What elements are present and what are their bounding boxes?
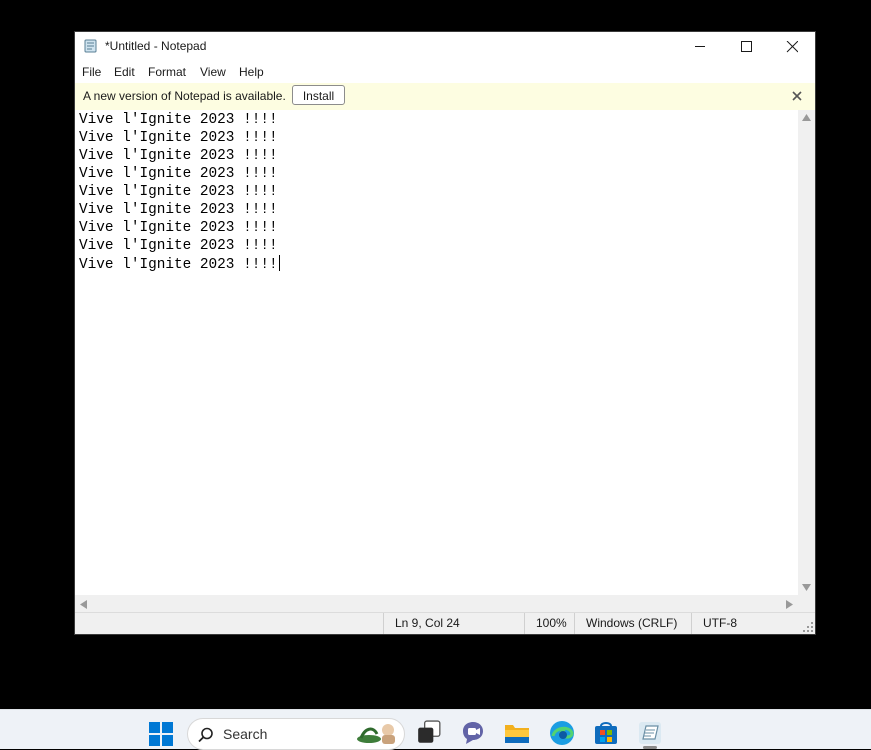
update-infobar: A new version of Notepad is available. I…	[75, 83, 815, 110]
editor-line: Vive l'Ignite 2023 !!!!	[79, 238, 278, 254]
search-highlight-icon	[357, 724, 395, 744]
menu-file[interactable]: File	[82, 65, 101, 79]
scroll-left-arrow-icon[interactable]	[80, 600, 87, 609]
editor-line: Vive l'Ignite 2023 !!!!	[79, 202, 278, 218]
task-view-icon[interactable]	[416, 720, 442, 746]
editor-lines: Vive l'Ignite 2023 !!!! Vive l'Ignite 20…	[79, 111, 280, 273]
scroll-right-arrow-icon[interactable]	[786, 600, 793, 609]
install-button[interactable]: Install	[292, 85, 345, 105]
close-button[interactable]	[769, 32, 815, 61]
maximize-icon	[741, 41, 752, 52]
edge-icon[interactable]	[549, 720, 575, 746]
editor-line: Vive l'Ignite 2023 !!!!	[79, 148, 278, 164]
window-title: *Untitled - Notepad	[105, 39, 207, 53]
status-bar: Ln 9, Col 24 100% Windows (CRLF) UTF-8	[75, 612, 815, 634]
store-icon[interactable]	[593, 720, 619, 746]
file-explorer-icon[interactable]	[504, 720, 530, 746]
search-label: Search	[223, 726, 268, 742]
minimize-button[interactable]	[677, 32, 723, 61]
editor-line: Vive l'Ignite 2023 !!!!	[79, 184, 278, 200]
menu-edit[interactable]: Edit	[114, 65, 135, 79]
text-caret	[278, 255, 280, 271]
title-bar[interactable]: *Untitled - Notepad	[75, 32, 815, 61]
encoding: UTF-8	[691, 613, 815, 634]
editor-line: Vive l'Ignite 2023 !!!!	[79, 130, 278, 146]
update-message: A new version of Notepad is available.	[83, 89, 286, 103]
menu-format[interactable]: Format	[148, 65, 186, 79]
editor-line: Vive l'Ignite 2023 !!!!	[79, 166, 278, 182]
menu-bar: File Edit Format View Help	[75, 61, 815, 83]
vertical-scrollbar[interactable]	[798, 110, 815, 595]
menu-view[interactable]: View	[200, 65, 226, 79]
close-icon	[786, 41, 798, 53]
editor-line: Vive l'Ignite 2023 !!!!	[79, 112, 278, 128]
editor-line-text: Vive l'Ignite 2023 !!!!	[79, 257, 278, 273]
taskbar-search[interactable]: Search	[187, 718, 405, 750]
editor-line: Vive l'Ignite 2023 !!!!	[79, 220, 278, 236]
zoom-level: 100%	[524, 613, 574, 634]
minimize-icon	[695, 46, 705, 47]
menu-help[interactable]: Help	[239, 65, 264, 79]
scrollbar-corner	[798, 595, 815, 612]
scroll-up-arrow-icon[interactable]	[802, 114, 811, 121]
horizontal-scrollbar[interactable]	[75, 595, 798, 612]
line-ending: Windows (CRLF)	[574, 613, 691, 634]
taskbar: Search	[0, 709, 871, 750]
search-icon	[198, 727, 213, 743]
notepad-window: *Untitled - Notepad File Edit Format Vie…	[75, 32, 815, 634]
start-icon[interactable]	[148, 721, 174, 747]
resize-grip-icon[interactable]	[803, 622, 813, 632]
dismiss-infobar-icon[interactable]	[791, 90, 803, 102]
maximize-button[interactable]	[723, 32, 769, 61]
scroll-down-arrow-icon[interactable]	[802, 584, 811, 591]
teams-chat-icon[interactable]	[460, 720, 486, 746]
editor-line-last: Vive l'Ignite 2023 !!!!	[79, 255, 280, 273]
text-editor[interactable]: Vive l'Ignite 2023 !!!! Vive l'Ignite 20…	[75, 110, 798, 595]
notepad-app-icon	[84, 39, 97, 53]
notepad-icon[interactable]	[637, 720, 663, 746]
cursor-position: Ln 9, Col 24	[383, 613, 524, 634]
